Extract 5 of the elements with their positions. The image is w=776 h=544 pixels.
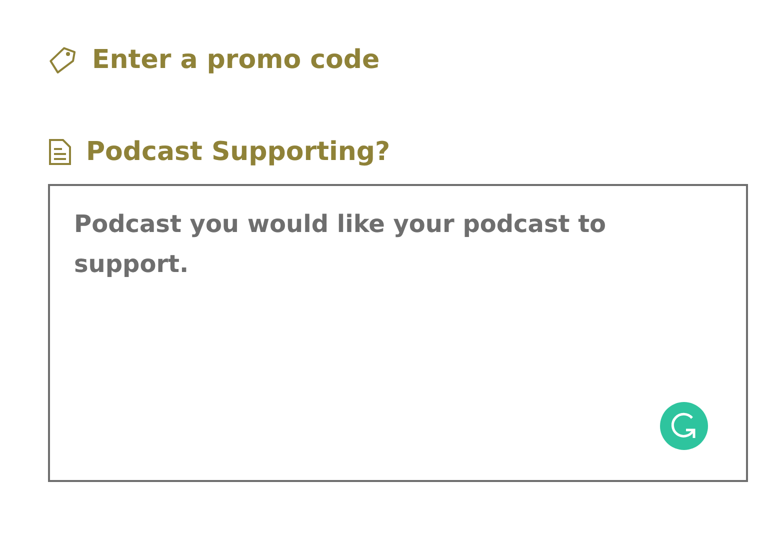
field-label: Podcast Supporting? bbox=[86, 137, 390, 167]
podcast-text-area[interactable]: Podcast you would like your podcast to support. bbox=[48, 184, 748, 482]
document-icon bbox=[48, 138, 72, 166]
tag-icon bbox=[48, 45, 76, 75]
promo-code-link[interactable]: Enter a promo code bbox=[92, 45, 380, 75]
